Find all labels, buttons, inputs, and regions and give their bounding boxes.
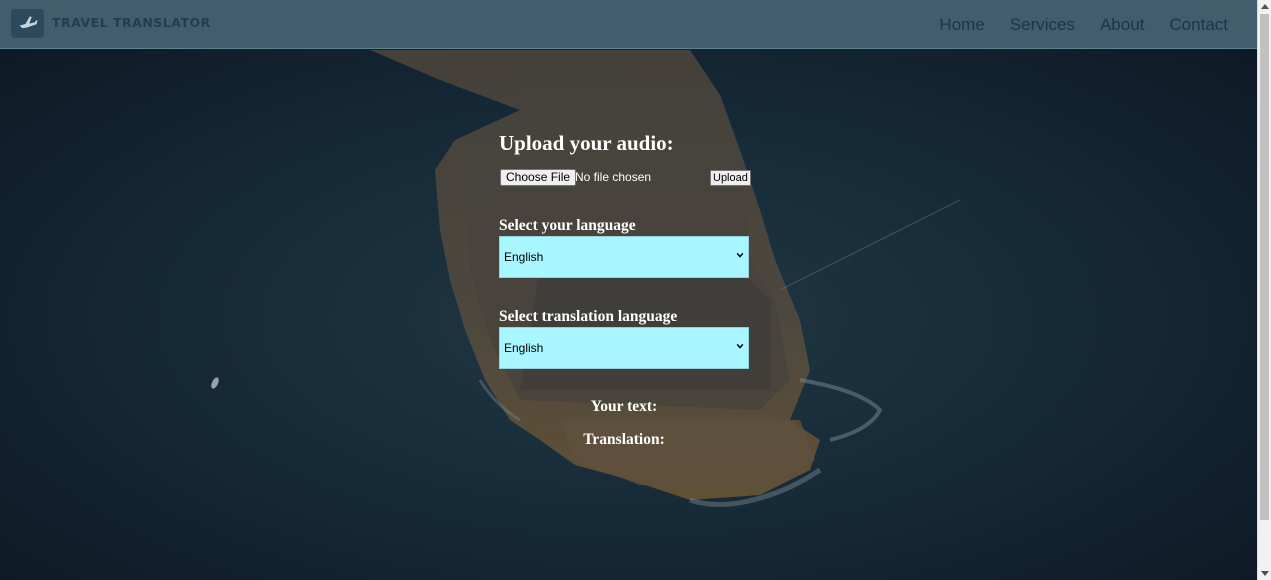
brand-name[interactable]: TRAVEL TRANSLATOR [52,15,211,30]
file-status-text: No file chosen [575,170,652,184]
scroll-up-arrow-icon[interactable] [1261,4,1269,9]
target-language-value: English [504,341,544,355]
scroll-down-arrow-icon[interactable] [1261,571,1269,576]
vertical-scrollbar[interactable] [1257,0,1271,580]
nav-links: Home Services About Contact [939,15,1228,35]
source-language-label: Select your language [499,217,636,234]
nav-link-services[interactable]: Services [1010,15,1075,35]
translation-label: Translation: [583,431,665,448]
navbar: TRAVEL TRANSLATOR Home Services About Co… [0,0,1257,49]
logo[interactable] [11,9,44,38]
choose-file-button[interactable]: Choose File [500,169,577,186]
file-upload-row: Choose File No file chosen Upload [499,169,751,187]
chevron-down-icon [736,343,744,349]
upload-heading: Upload your audio: [499,131,674,155]
background-overlay [0,0,1257,580]
nav-link-home[interactable]: Home [939,15,984,35]
target-language-select[interactable]: English [499,327,749,369]
upload-button[interactable]: Upload [710,170,751,186]
nav-link-contact[interactable]: Contact [1169,15,1228,35]
scrollbar-thumb[interactable] [1260,14,1269,520]
source-language-value: English [504,250,544,264]
airplane-icon [19,16,38,28]
target-language-label: Select translation language [499,308,678,325]
nav-link-about[interactable]: About [1100,15,1144,35]
your-text-label: Your text: [590,398,658,415]
source-language-select[interactable]: English [499,236,749,278]
chevron-down-icon [736,252,744,258]
